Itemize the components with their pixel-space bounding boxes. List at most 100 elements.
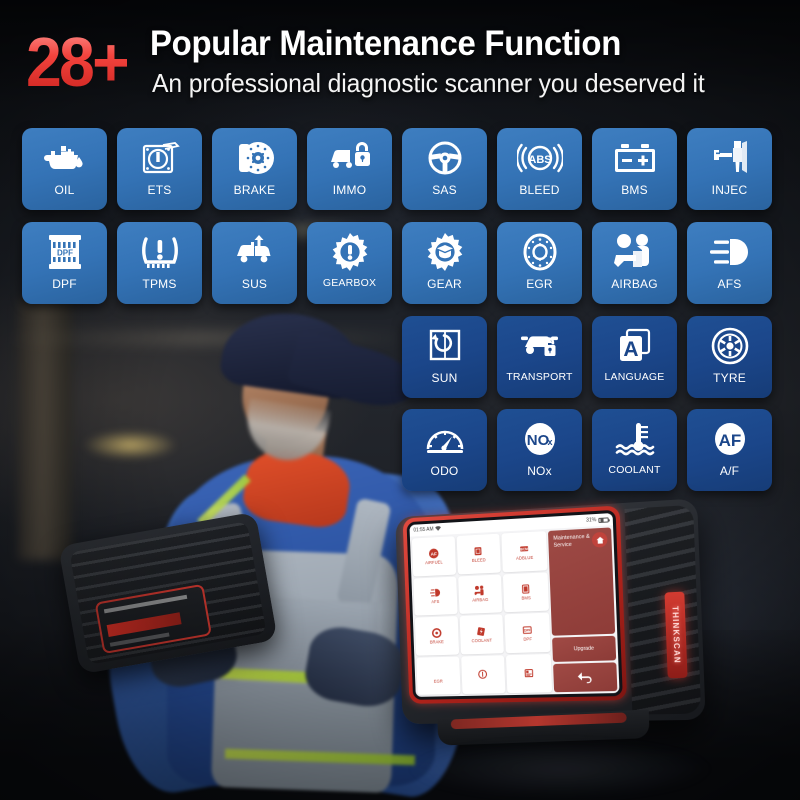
app-tile-afs[interactable]: AFS [413, 576, 458, 616]
app-tile-bleed[interactable]: BLEED [456, 533, 502, 575]
headlight-icon [429, 587, 441, 598]
app-tile-brake[interactable]: BRAKE [414, 616, 459, 656]
function-tile-label: EGR [526, 277, 553, 291]
function-tile-label: GEAR [427, 277, 462, 291]
battery-icon [598, 516, 609, 523]
svg-text:ABS: ABS [528, 154, 551, 166]
function-tile-label: COOLANT [608, 464, 661, 476]
function-tile-odo[interactable]: ODO [402, 409, 487, 491]
upgrade-button[interactable]: Upgrade [552, 635, 617, 662]
function-tile-label: SUN [431, 371, 458, 385]
function-tile-injec[interactable]: INJEC [687, 128, 772, 210]
airbag-icon [474, 585, 485, 596]
egr-small-icon [433, 667, 444, 678]
battery-percent: 31% [585, 517, 597, 524]
back-arrow-icon[interactable] [553, 662, 618, 693]
function-tile-sus[interactable]: SUS [212, 222, 297, 304]
wifi-icon [435, 525, 442, 533]
function-tile-oil[interactable]: OIL [22, 128, 107, 210]
function-tile-ets[interactable]: ETS [117, 128, 202, 210]
app-tile-dpf[interactable]: DPF DPF [504, 612, 551, 653]
function-tile-sas[interactable]: SAS [402, 128, 487, 210]
bleed-icon [473, 545, 484, 556]
app-tile-label: AIRFUEL [425, 559, 443, 565]
function-tile-bleed[interactable]: ABS BLEED [497, 128, 582, 210]
function-tile-brake[interactable]: BRAKE [212, 128, 297, 210]
function-tile-language[interactable]: A LANGUAGE [592, 316, 677, 398]
function-grid-row: ODO NO x NOx COOLANT AF A/F [0, 409, 800, 494]
svg-text:BCM: BCM [520, 547, 528, 551]
app-tile-bms[interactable]: BMS [503, 571, 550, 613]
page-title: Popular Maintenance Function [150, 24, 622, 63]
maintenance-service-panel[interactable]: Maintenance & Service [547, 527, 616, 636]
nox-sensor-icon: NO x [515, 416, 565, 462]
function-tile-label: AFS [717, 277, 742, 291]
app-tile-coolant[interactable]: COOLANT [459, 614, 505, 655]
battery-icon [610, 135, 660, 181]
function-tile-label: TRANSPORT [506, 371, 573, 383]
app-tile-ets[interactable] [460, 654, 506, 695]
page-subtitle: An professional diagnostic scanner you d… [152, 68, 705, 98]
function-tile-egr[interactable]: EGR [497, 222, 582, 304]
coolant-temp-icon [610, 416, 660, 462]
function-tile-label: AIRBAG [611, 277, 658, 291]
app-tile-airbag[interactable]: AIRBAG [457, 573, 503, 614]
app-tile-airfuel[interactable]: AF AIRFUEL [411, 536, 456, 577]
function-tile-airbag[interactable]: AIRBAG [592, 222, 677, 304]
svg-text:AF: AF [718, 431, 741, 450]
svg-text:NO: NO [526, 432, 549, 449]
promo-banner: 28+ Popular Maintenance Function An prof… [0, 0, 800, 800]
tablet-bezel: 01:55 AM 31% AF AIRFUEL BLEED BCM ADBLUE… [402, 505, 628, 704]
function-tile-label: GEARBOX [322, 277, 377, 289]
app-tile-egr[interactable]: EGR [416, 656, 461, 695]
function-tile-sun[interactable]: SUN [402, 316, 487, 398]
function-tile-gearbox[interactable]: GEARBOX [307, 222, 392, 304]
status-time: 01:55 AM [413, 526, 434, 534]
egr-valve-icon [515, 229, 565, 275]
svg-text:DPF: DPF [57, 249, 73, 258]
function-tile-tpms[interactable]: TPMS [117, 222, 202, 304]
tyre-wheel-icon [705, 323, 755, 369]
app-tile-label: DPF [523, 636, 533, 642]
function-tile-label: A/F [719, 464, 740, 478]
brand-name: THINKSCAN [670, 605, 682, 665]
function-tile-gear[interactable]: GEAR [402, 222, 487, 304]
abs-bleed-icon: ABS [515, 135, 565, 181]
app-tile-label: BLEED [471, 557, 486, 563]
tyre-pressure-icon [135, 229, 185, 275]
ets-throttle-icon [135, 135, 185, 181]
function-tile-label: BMS [621, 183, 648, 197]
gear-exclaim-icon [325, 229, 375, 275]
tablet-screen: 01:55 AM 31% AF AIRFUEL BLEED BCM ADBLUE… [409, 513, 620, 697]
car-lock-icon [325, 135, 375, 181]
function-tile-label: ETS [147, 183, 172, 197]
function-tile-coolant[interactable]: COOLANT [592, 409, 677, 491]
function-tile-label: SAS [432, 183, 457, 197]
airbag-seat-icon [610, 229, 660, 275]
function-tile-label: BLEED [519, 183, 560, 197]
app-tile-adblue[interactable]: BCM ADBLUE [501, 531, 548, 572]
app-tile-label: COOLANT [471, 637, 493, 644]
svg-text:x: x [547, 437, 552, 447]
suspension-car-icon [230, 229, 280, 275]
function-tile-afs[interactable]: AFS [687, 222, 772, 304]
language-a-icon: A [610, 323, 660, 369]
function-tile-transport[interactable]: TRANSPORT [497, 316, 582, 398]
bcm-icon: BCM [519, 543, 530, 555]
function-tile-af[interactable]: AF A/F [687, 409, 772, 491]
app-tile-gearbox[interactable] [506, 653, 553, 694]
sunroof-reset-icon [420, 323, 470, 369]
transport-mode-icon [515, 323, 565, 369]
function-tile-bms[interactable]: BMS [592, 128, 677, 210]
app-tile-label: EGR [433, 678, 443, 685]
coolant-small-icon [476, 626, 487, 637]
function-tile-nox[interactable]: NO x NOx [497, 409, 582, 491]
function-tile-tyre[interactable]: TYRE [687, 316, 772, 398]
function-tile-dpf[interactable]: DPF DPF [22, 222, 107, 304]
brand-badge: THINKSCAN [664, 591, 688, 679]
steering-wheel-icon [420, 135, 470, 181]
function-tile-immo[interactable]: IMMO [307, 128, 392, 210]
floor-reflection [410, 740, 710, 798]
app-tile-label: ADBLUE [515, 554, 534, 561]
svg-text:A: A [623, 338, 638, 361]
